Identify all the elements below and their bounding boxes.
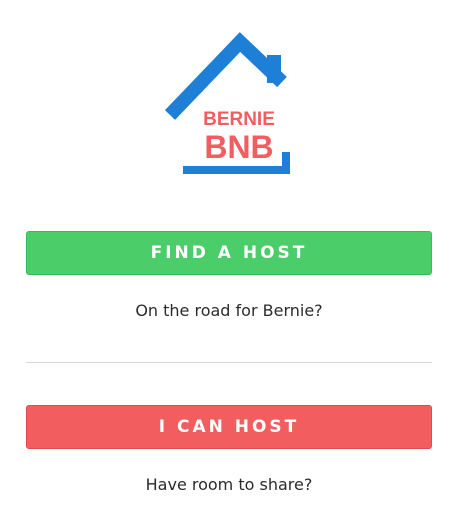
- find-a-host-label: FIND A HOST: [150, 243, 308, 263]
- section-divider: [26, 362, 432, 363]
- find-a-host-button[interactable]: FIND A HOST: [26, 231, 432, 275]
- berniebnb-logo: BERNIE BNB: [160, 30, 300, 180]
- logo-text-line2: BNB: [204, 129, 273, 165]
- i-can-host-label: I CAN HOST: [158, 417, 300, 437]
- logo-text-line1: BERNIE: [203, 109, 275, 130]
- i-can-host-button[interactable]: I CAN HOST: [26, 405, 432, 449]
- find-a-host-caption: On the road for Bernie?: [135, 301, 323, 320]
- house-logo-icon: BERNIE BNB: [164, 32, 290, 174]
- i-can-host-caption: Have room to share?: [145, 475, 313, 494]
